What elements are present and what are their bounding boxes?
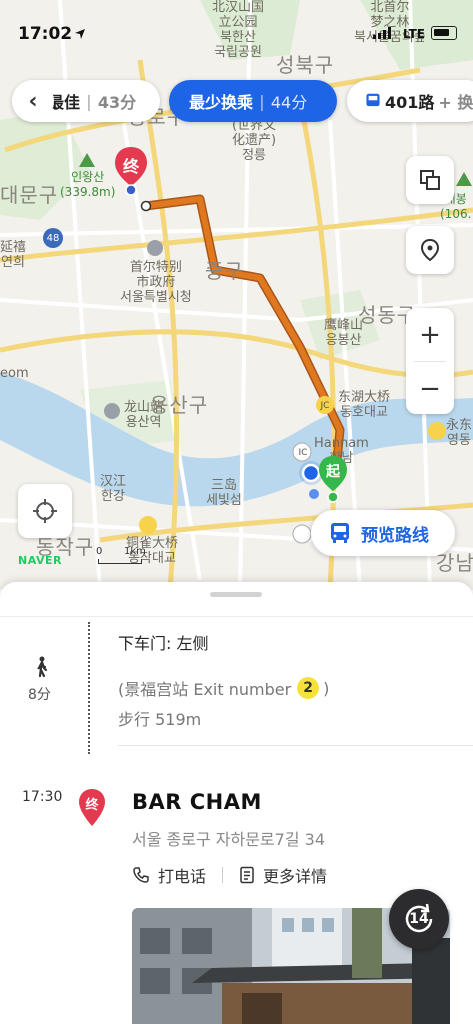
- map-label-junggu: 중구: [205, 259, 244, 283]
- map-label-yeonhui: 延禧 연희: [0, 240, 27, 270]
- map-label-yeongdong: 永东 영동: [446, 418, 473, 448]
- destination-address: 서울 종로구 자하문로7길 34: [132, 830, 325, 849]
- more-details-button[interactable]: 更多详情: [239, 863, 327, 887]
- refresh-count: 14: [409, 911, 429, 927]
- document-icon: [240, 866, 254, 884]
- layers-icon: [420, 170, 440, 190]
- map-label-hangang: 汉江 한강: [100, 474, 127, 504]
- transit-route-screen: 北汉山国 立公园 북한산 국립공원 성북구 北首尔 梦之林 북서울꿈의숲 종로구…: [0, 0, 473, 1024]
- exit-suffix: ): [323, 678, 330, 698]
- map-label-eungbongsan: 鹰峰山 응봉산: [324, 318, 364, 348]
- call-button[interactable]: 打电话: [132, 863, 206, 887]
- scale-zero: 0: [96, 546, 103, 557]
- exit-number-badge: 2: [297, 677, 320, 699]
- ic-badge: IC: [298, 448, 308, 458]
- locate-crosshair-icon: [33, 499, 57, 523]
- jc-badge: JC: [320, 401, 330, 411]
- route-option-bus-401[interactable]: 401路 + 换: [347, 80, 473, 122]
- status-time: 17:02: [18, 24, 73, 44]
- locate-me-button[interactable]: [18, 484, 72, 538]
- phone-icon: [133, 867, 149, 883]
- network-label: LTE: [402, 27, 425, 41]
- route-option-fewest-transfers[interactable]: 最少换乘 | 44分: [169, 80, 337, 122]
- zoom-controls: + −: [406, 308, 454, 414]
- route-detail-sheet[interactable]: 下车门: 左侧 8分 (景福宫站 Exit number 2 ) 步行 519m…: [0, 582, 473, 1024]
- back-chevron-icon: ‹: [28, 88, 38, 114]
- map-label-yongsangu: 용산구: [150, 393, 209, 417]
- start-marker-label: 起: [326, 464, 340, 480]
- route-option-label: 最少换乘: [189, 93, 254, 112]
- walk-icon: [37, 656, 48, 678]
- destination-name[interactable]: BAR CHAM: [132, 790, 262, 814]
- map-label-sambit: 三岛 세빛섬: [206, 478, 242, 508]
- walk-segment-line: [88, 622, 90, 754]
- sheet-drag-handle[interactable]: [210, 592, 262, 597]
- map-label-seodaemungu: 대문구: [0, 183, 59, 207]
- bus-icon: [366, 93, 380, 107]
- end-marker-label: 终: [122, 157, 139, 176]
- map-label-dongjakgu: 동작구: [36, 535, 95, 559]
- route-option-best[interactable]: ‹ 最佳 | 43分: [12, 80, 160, 122]
- walk-distance: 步行 519m: [118, 710, 202, 729]
- route-48-badge: 48: [46, 233, 60, 244]
- map-label-inwangsan: 인왕산 (339.8m): [60, 170, 116, 199]
- map-label-geom: eom: [0, 366, 29, 381]
- route-option-duration: 43分: [97, 93, 137, 112]
- minus-icon: −: [419, 373, 441, 404]
- pin-outline-icon: [420, 238, 440, 262]
- scale-km: 1km: [124, 546, 146, 557]
- map-label-heritage: (世界文 化遗产) 정릉: [232, 118, 277, 163]
- zoom-out-button[interactable]: −: [406, 362, 454, 415]
- zoom-in-button[interactable]: +: [406, 308, 454, 361]
- route-option-label: 401路: [385, 93, 435, 112]
- map-label-gangnam: 강남: [436, 551, 473, 575]
- place-pin-button[interactable]: [406, 226, 454, 274]
- bus-icon: [331, 523, 349, 543]
- exit-prefix: (景福宫站 Exit number: [118, 680, 292, 699]
- preview-route-button[interactable]: 预览路线: [311, 510, 455, 556]
- signal-icon: [373, 27, 391, 39]
- walk-minutes: 8分: [28, 687, 51, 703]
- details-label: 更多详情: [263, 867, 328, 886]
- exit-info: (景福宫站 Exit number 2 ): [118, 676, 329, 700]
- map-label-dongho-bridge: 东湖大桥 동호대교: [338, 390, 391, 420]
- back-button[interactable]: ‹: [12, 80, 54, 122]
- alight-door-text: 下车门: 左侧: [118, 634, 209, 653]
- map-scale: 0 1km: [96, 546, 146, 564]
- arrival-time: 17:30: [22, 789, 63, 805]
- status-bar: 17:02 LTE: [0, 0, 473, 62]
- map-label-city-hall: 首尔特别 市政府 서울특별시청: [120, 260, 192, 305]
- start-marker[interactable]: 起: [318, 455, 348, 507]
- route-option-duration: 44分: [270, 93, 308, 112]
- plus-icon: +: [419, 319, 441, 350]
- layers-button[interactable]: [406, 156, 454, 204]
- naver-logo: NAVER: [18, 554, 62, 567]
- destination-actions: 打电话 更多详情: [132, 863, 327, 887]
- destination-pin: 终: [78, 788, 106, 832]
- battery-icon: [431, 26, 457, 40]
- call-label: 打电话: [158, 867, 207, 886]
- end-marker[interactable]: 终: [114, 146, 148, 200]
- preview-route-label: 预览路线: [361, 525, 429, 546]
- destination-pin-label: 终: [85, 798, 99, 813]
- location-arrow-icon: [75, 29, 85, 39]
- route-option-extra: + 换: [438, 93, 473, 112]
- refresh-button[interactable]: 14: [389, 889, 449, 949]
